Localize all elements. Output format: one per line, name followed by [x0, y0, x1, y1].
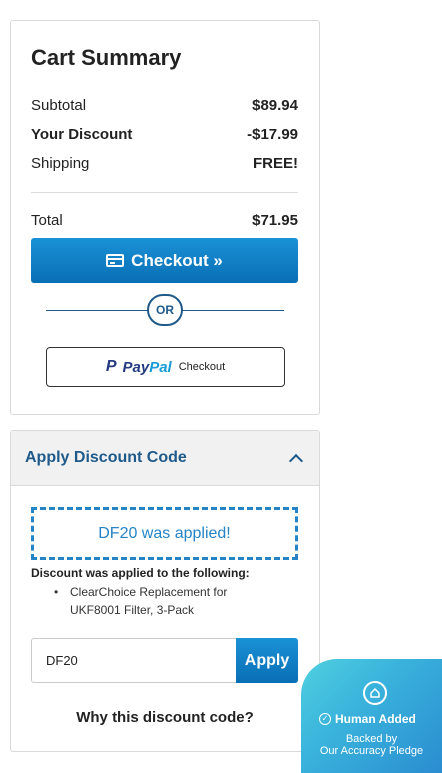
credit-card-icon [106, 254, 125, 267]
discount-code-form: Apply [31, 638, 298, 683]
total-value: $71.95 [252, 212, 298, 229]
applied-note: Discount was applied to the following: [31, 566, 250, 580]
checkout-label: Checkout » [131, 250, 223, 270]
subtotal-value: $89.94 [252, 97, 298, 114]
checkout-button[interactable]: Checkout » [31, 238, 298, 283]
paypal-p-icon: P [105, 358, 117, 375]
total-row: Total $71.95 [31, 212, 298, 229]
human-added-text: Human Added [335, 712, 416, 726]
check-circle-icon: ✓ [319, 713, 331, 725]
discount-accordion-header[interactable]: Apply Discount Code [11, 431, 319, 486]
shipping-row: Shipping FREE! [31, 155, 298, 172]
subtotal-label: Subtotal [31, 97, 87, 114]
human-added-label: ✓ Human Added [319, 712, 416, 726]
apply-button[interactable]: Apply [236, 638, 298, 683]
discount-code-input[interactable] [31, 638, 236, 683]
backed-by-text: Backed by [345, 733, 398, 745]
discount-label: Your Discount [31, 126, 133, 143]
paypal-logo-pal: Pal [149, 358, 172, 376]
cart-summary-title: Cart Summary [31, 45, 182, 70]
discount-title: Apply Discount Code [25, 449, 187, 466]
chevron-up-icon [288, 453, 304, 468]
discount-card: Apply Discount Code DF20 was applied! Di… [10, 430, 320, 752]
discount-value: -$17.99 [247, 126, 298, 143]
applied-message-box: DF20 was applied! [31, 507, 298, 560]
cart-summary-card: Cart Summary Subtotal $89.94 Your Discou… [10, 20, 320, 415]
applied-message: DF20 was applied! [98, 524, 231, 542]
paypal-checkout-label: Checkout [178, 361, 226, 373]
discount-row: Your Discount -$17.99 [31, 126, 298, 143]
summary-divider [31, 192, 298, 193]
accuracy-pledge-badge[interactable]: ✓ Human Added Backed by Our Accuracy Ple… [301, 659, 442, 773]
total-label: Total [31, 212, 63, 229]
home-shield-icon [363, 681, 387, 705]
or-separator: OR [147, 294, 183, 326]
why-discount-link[interactable]: Why this discount code? [11, 709, 319, 726]
subtotal-row: Subtotal $89.94 [31, 97, 298, 114]
applied-item: ClearChoice Replacement for UKF8001 Filt… [54, 583, 274, 619]
paypal-logo-pay: Pay [122, 358, 150, 376]
paypal-checkout-button[interactable]: P PayPal Checkout [46, 347, 285, 387]
shipping-label: Shipping [31, 155, 90, 172]
paypal-logo: PayPal [122, 359, 171, 376]
accuracy-pledge-text: Our Accuracy Pledge [319, 745, 424, 757]
applied-items-list: ClearChoice Replacement for UKF8001 Filt… [54, 583, 274, 619]
shipping-value: FREE! [253, 155, 298, 172]
